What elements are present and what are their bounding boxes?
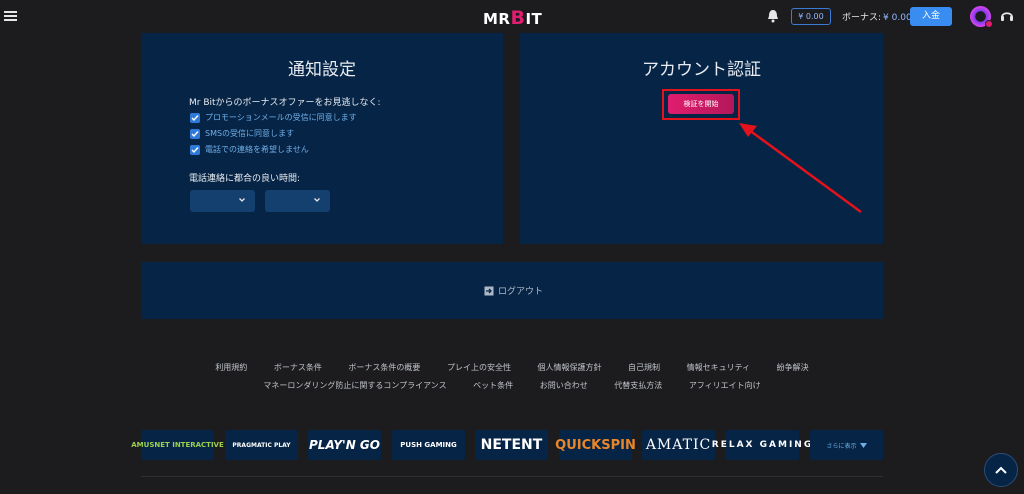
chevron-down-icon — [314, 198, 320, 202]
logout-label: ログアウト — [498, 287, 544, 297]
footer-link[interactable]: 情報セキュリティ — [687, 363, 751, 372]
bell-icon[interactable] — [767, 9, 779, 23]
caret-down-icon — [859, 442, 867, 448]
footer-link[interactable]: 代替支払方法 — [614, 381, 662, 390]
call-time-from-select[interactable] — [190, 190, 255, 212]
provider-label: NETENT — [480, 437, 543, 453]
logout-icon — [484, 286, 494, 295]
provider-label: AMUSNET INTERACTIVE — [131, 441, 224, 449]
provider-netent-logo[interactable]: NETENT — [475, 430, 548, 460]
phone-label: 電話での連絡を希望しません — [205, 145, 309, 154]
bonus-value: ¥ 0.00 — [883, 13, 912, 23]
provider-amusnet-logo[interactable]: AMUSNET INTERACTIVE — [131, 430, 224, 460]
annotation-arrow — [739, 123, 862, 214]
chevron-up-icon — [995, 466, 1007, 474]
show-more-providers-button[interactable]: さらに表示 — [810, 430, 883, 460]
provider-label: PRAGMATIC PLAY — [232, 441, 291, 449]
site-logo[interactable]: MRBIT — [483, 7, 542, 29]
notification-settings-title: 通知設定 — [288, 60, 356, 80]
provider-playngo-logo[interactable]: PLAY'N GO — [308, 430, 381, 460]
scroll-to-top-button[interactable] — [984, 453, 1018, 487]
bonus-display: ボーナス: ¥ 0.00 — [842, 10, 912, 23]
call-time-to-select[interactable] — [265, 190, 330, 212]
provider-relax-logo[interactable]: RELAX GAMING — [712, 430, 811, 460]
top-bar: MRBIT ¥ 0.00 ボーナス: ¥ 0.00 入金 — [0, 0, 1024, 33]
avatar[interactable] — [970, 6, 993, 28]
menu-icon[interactable] — [4, 11, 17, 21]
provider-amatic-logo[interactable]: AMATIC — [642, 430, 715, 460]
footer-link[interactable]: 紛争解決 — [777, 363, 809, 372]
footer-link[interactable]: マネーロンダリング防止に関するコンプライアンス — [263, 381, 446, 390]
footer-links-row-2: マネーロンダリング防止に関するコンプライアンス ベット条件 お問い合わせ 代替支… — [0, 380, 1024, 391]
provider-label: PUSH GAMING — [400, 441, 457, 449]
footer-link[interactable]: ボーナス条件 — [274, 363, 322, 372]
promo-email-checkbox[interactable]: プロモーションメールの受信に同意します — [190, 112, 357, 123]
checkmark-icon — [190, 128, 200, 139]
footer-divider — [141, 476, 883, 477]
notification-settings-panel: 通知設定 Mr Bitからのボーナスオファーをお見逃しなく: プロモーションメー… — [141, 33, 503, 244]
footer-link[interactable]: お問い合わせ — [540, 381, 588, 390]
call-time-label: 電話連絡に都合の良い時間: — [189, 174, 301, 184]
footer-link[interactable]: 個人情報保護方針 — [538, 363, 602, 372]
provider-pragmatic-logo[interactable]: PRAGMATIC PLAY — [225, 430, 298, 460]
footer-links-row-1: 利用規約 ボーナス条件 ボーナス条件の概要 プレイ上の安全性 個人情報保護方針 … — [0, 362, 1024, 373]
logout-button[interactable]: ログアウト — [484, 284, 543, 297]
bonus-label: ボーナス: — [842, 13, 882, 23]
provider-quickspin-logo[interactable]: QUICKSPIN — [555, 430, 636, 460]
footer-link[interactable]: アフィリエイト向け — [689, 381, 761, 390]
footer-link[interactable]: 自己規制 — [628, 363, 660, 372]
notification-intro: Mr Bitからのボーナスオファーをお見逃しなく: — [189, 98, 381, 108]
sms-checkbox[interactable]: SMSの受信に同意します — [190, 128, 294, 139]
footer-link[interactable]: 利用規約 — [215, 363, 247, 372]
provider-label: PLAY'N GO — [309, 438, 380, 452]
show-more-label: さらに表示 — [826, 442, 857, 450]
footer-link[interactable]: ボーナス条件の概要 — [348, 363, 420, 372]
headset-icon[interactable] — [1000, 9, 1014, 23]
deposit-button[interactable]: 入金 — [910, 7, 952, 26]
phone-checkbox[interactable]: 電話での連絡を希望しません — [190, 144, 309, 155]
promo-email-label: プロモーションメールの受信に同意します — [205, 113, 357, 122]
provider-label: QUICKSPIN — [555, 437, 636, 453]
checkmark-icon — [190, 112, 200, 123]
footer-link[interactable]: ベット条件 — [473, 381, 513, 390]
balance-display[interactable]: ¥ 0.00 — [791, 8, 831, 25]
sms-label: SMSの受信に同意します — [205, 129, 295, 138]
footer-link[interactable]: プレイ上の安全性 — [447, 363, 511, 372]
provider-pushgaming-logo[interactable]: PUSH GAMING — [392, 430, 465, 460]
checkmark-icon — [190, 144, 200, 155]
provider-label: RELAX GAMING — [711, 439, 814, 450]
account-verification-title: アカウント認証 — [642, 60, 761, 80]
start-verification-button[interactable]: 検証を開始 — [668, 94, 734, 114]
chevron-down-icon — [239, 198, 245, 202]
provider-label: AMATIC — [645, 437, 712, 453]
avatar-badge — [985, 20, 993, 28]
